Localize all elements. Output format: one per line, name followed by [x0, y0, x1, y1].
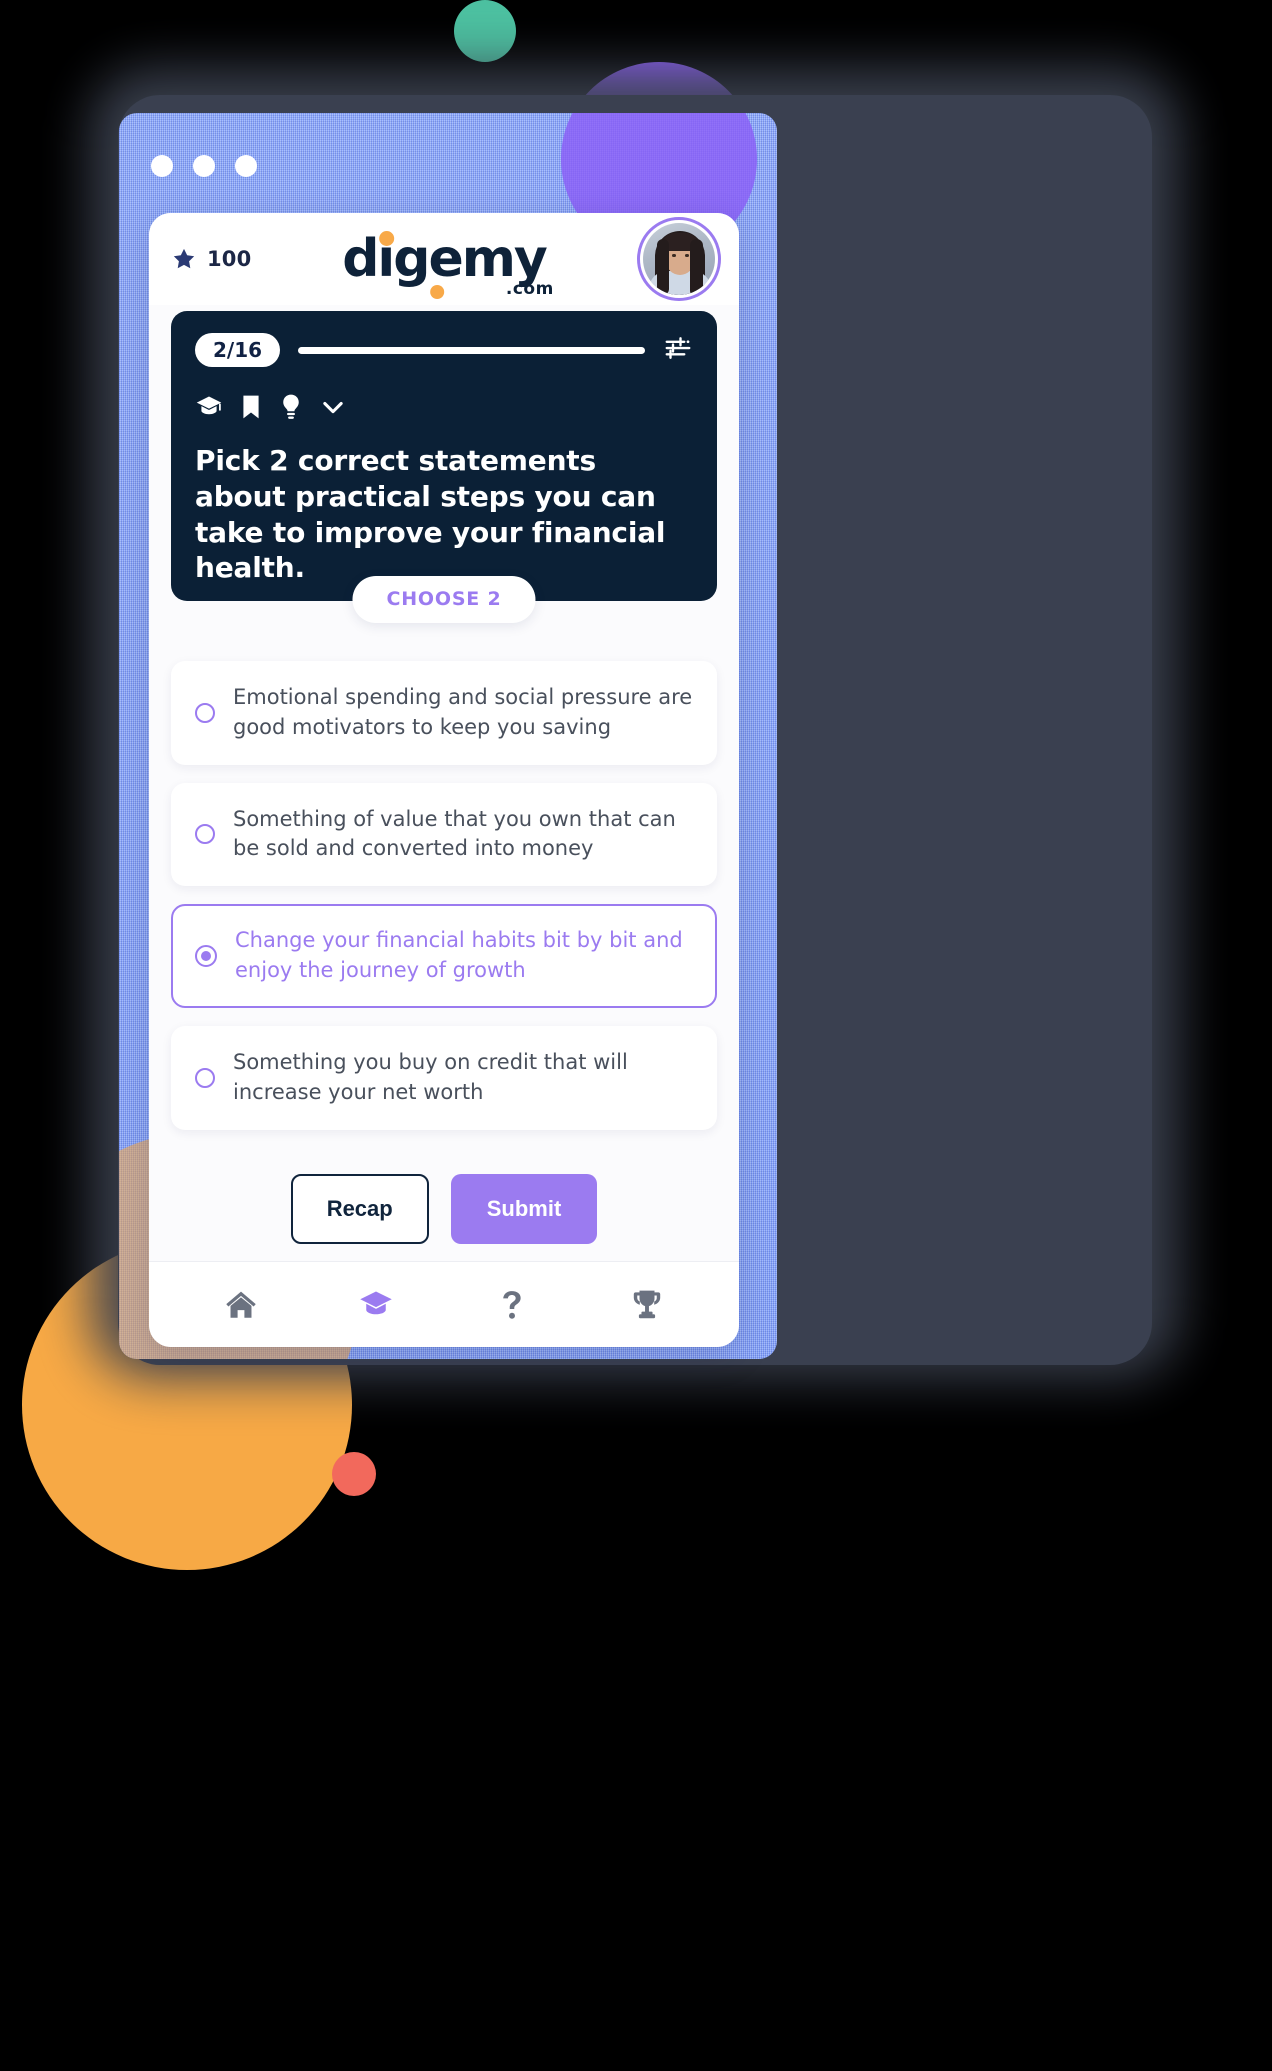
nav-item-help[interactable]	[477, 1275, 547, 1335]
app-logo: digemy .com	[342, 229, 553, 299]
app-header: 100 digemy .com	[149, 213, 739, 305]
points-indicator: 100	[171, 246, 251, 272]
window-controls[interactable]	[151, 155, 257, 177]
action-buttons: Recap Submit	[149, 1173, 739, 1244]
submit-button[interactable]: Submit	[450, 1173, 598, 1244]
question-meta-icons	[195, 393, 693, 421]
radio-button-selected[interactable]	[195, 945, 217, 968]
answer-option-label: Something of value that you own that can…	[233, 806, 676, 861]
progress-bar	[298, 346, 645, 354]
step-badge: 2/16	[195, 333, 281, 367]
logo-dot-under-g	[430, 285, 445, 299]
decor-circle-red	[332, 1452, 376, 1496]
nav-item-home[interactable]	[206, 1275, 276, 1335]
decor-circle-teal	[454, 0, 516, 62]
radio-button[interactable]	[195, 702, 215, 723]
lightbulb-icon[interactable]	[279, 393, 303, 421]
question-progress-row: 2/16	[195, 333, 693, 367]
question-mark-icon	[495, 1288, 529, 1322]
radio-button[interactable]	[195, 824, 215, 845]
star-icon	[171, 246, 197, 272]
recap-button[interactable]: Recap	[290, 1173, 429, 1244]
answer-option-label: Emotional spending and social pressure a…	[233, 685, 693, 739]
bottom-navigation	[149, 1261, 739, 1347]
avatar[interactable]	[637, 217, 721, 301]
logo-wordmark: digemy	[342, 229, 548, 289]
window-close-dot[interactable]	[151, 155, 173, 177]
graduation-cap-icon	[358, 1287, 394, 1323]
avatar-hair-right	[690, 239, 703, 295]
answer-option-label: Change your financial habits bit by bit …	[235, 928, 683, 983]
home-icon	[224, 1288, 258, 1322]
question-text: Pick 2 correct statements about practica…	[195, 444, 666, 585]
answer-option[interactable]: Something of value that you own that can…	[171, 782, 717, 887]
question-card: 2/16 Pick 2 correct statements about pra…	[171, 311, 717, 623]
chevron-down-icon[interactable]	[319, 393, 347, 421]
avatar-eye-left	[672, 254, 676, 257]
logo-dot-over-i	[379, 231, 395, 246]
trophy-icon	[629, 1287, 665, 1323]
answer-option-selected[interactable]: Change your financial habits bit by bit …	[171, 904, 717, 1008]
app-card: 100 digemy .com 2/16 Pick 2 correct stat…	[149, 213, 739, 1347]
logo-tld: .com	[505, 279, 554, 299]
screenshot-stage: 100 digemy .com 2/16 Pick 2 correct stat…	[0, 0, 1272, 2071]
bookmark-icon[interactable]	[239, 394, 263, 420]
window-minimize-dot[interactable]	[193, 155, 215, 177]
sliders-icon[interactable]	[663, 333, 693, 367]
answer-option-label: Something you buy on credit that will in…	[233, 1049, 628, 1104]
answer-option[interactable]: Emotional spending and social pressure a…	[171, 661, 717, 765]
points-value: 100	[207, 247, 252, 271]
avatar-eye-right	[685, 254, 689, 257]
graduation-cap-icon[interactable]	[195, 393, 223, 421]
nav-item-learn[interactable]	[341, 1275, 411, 1335]
nav-item-achievements[interactable]	[612, 1275, 682, 1335]
radio-button[interactable]	[195, 1067, 215, 1088]
answer-options-list: Emotional spending and social pressure a…	[171, 661, 717, 1130]
window-maximize-dot[interactable]	[235, 155, 257, 177]
choose-count-badge: CHOOSE 2	[352, 576, 536, 623]
avatar-hair-left	[657, 239, 669, 295]
answer-option[interactable]: Something you buy on credit that will in…	[171, 1025, 717, 1130]
